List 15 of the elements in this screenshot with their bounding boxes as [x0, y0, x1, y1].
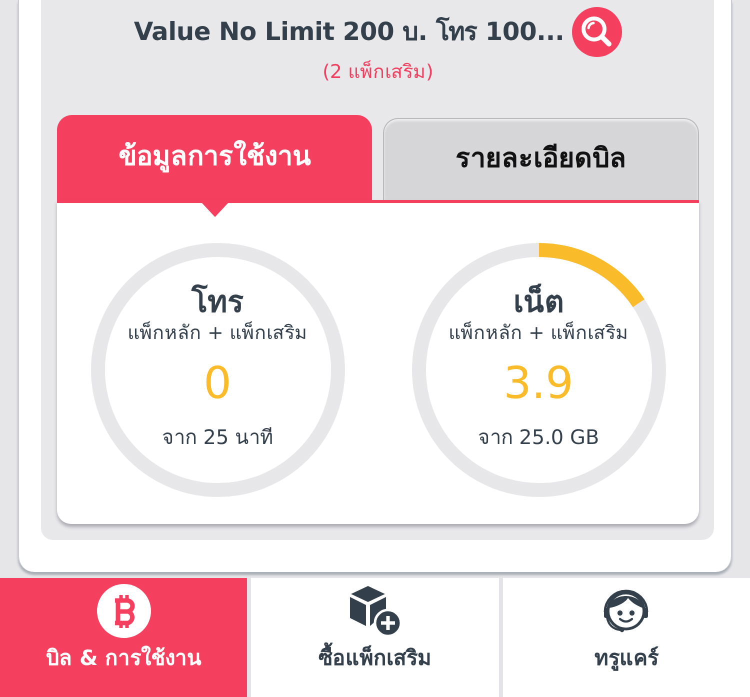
usage-name: โทร — [192, 286, 244, 319]
usage-name: เน็ต — [514, 286, 564, 319]
usage-total: จาก 25.0 GB — [478, 424, 600, 452]
tab[interactable]: รายละเอียดบิล — [382, 118, 699, 200]
usage-subtitle: แพ็กหลัก + แพ็กเสริม — [128, 322, 308, 345]
usage-total: จาก 25 นาที — [162, 424, 274, 452]
nav-tab[interactable]: บิล & การใช้งาน — [0, 578, 248, 697]
usage-subtitle: แพ็กหลัก + แพ็กเสริม — [448, 322, 628, 345]
search-icon[interactable] — [572, 7, 622, 57]
addon-count: (2 แพ็กเสริม) — [322, 61, 434, 83]
usage-amount: 3.9 — [504, 360, 574, 408]
bitcoin-icon — [96, 583, 151, 639]
package-title: Value No Limit 200 บ. โทร 100... — [134, 16, 564, 48]
tab[interactable]: ข้อมูลการใช้งาน — [57, 115, 372, 200]
usage-amount: 0 — [204, 360, 232, 408]
